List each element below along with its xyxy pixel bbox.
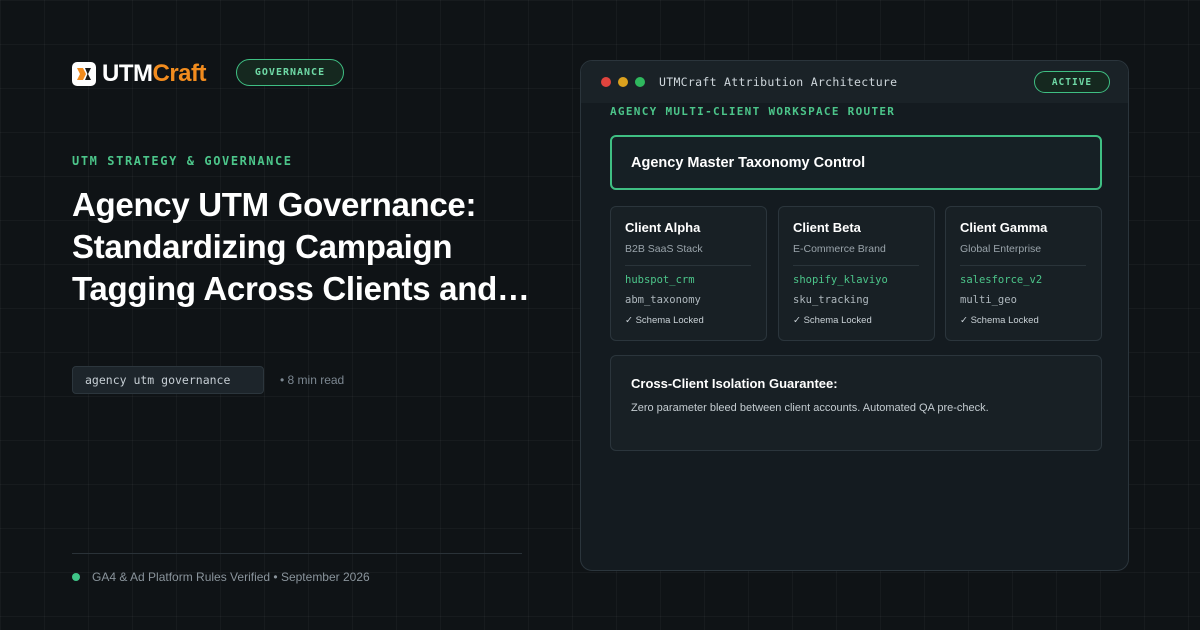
footer-divider [72, 553, 522, 554]
client-subtitle: Global Enterprise [960, 243, 1042, 255]
isolation-guarantee-card: Cross-Client Isolation Guarantee: Zero p… [610, 355, 1102, 451]
schema-locked-status: ✓ Schema Locked [960, 315, 1039, 326]
article-tag[interactable]: agency utm governance [72, 366, 264, 394]
isolation-text: Zero parameter bleed between client acco… [631, 402, 989, 414]
status-dot [72, 573, 80, 581]
article-headline: Agency UTM Governance: Standardizing Cam… [72, 186, 530, 307]
status-badge: ACTIVE [1034, 71, 1110, 93]
read-time: • 8 min read [280, 373, 345, 387]
window-minimize-dot[interactable] [618, 77, 628, 87]
schema-locked-status: ✓ Schema Locked [625, 315, 704, 326]
client-card-beta[interactable]: Client Beta E-Commerce Brand shopify_kla… [778, 206, 935, 341]
section-label: AGENCY MULTI-CLIENT WORKSPACE ROUTER [610, 105, 896, 118]
footer: GA4 & Ad Platform Rules Verified • Septe… [72, 570, 370, 584]
client-param-primary: salesforce_v2 [960, 274, 1043, 286]
client-param-secondary: abm_taxonomy [625, 294, 701, 306]
client-divider [793, 265, 919, 266]
client-name: Client Beta [793, 220, 861, 235]
utmcraft-logo-icon [72, 62, 96, 86]
client-param-secondary: sku_tracking [793, 294, 869, 306]
isolation-title: Cross-Client Isolation Guarantee: [631, 376, 838, 391]
article-eyebrow: UTM STRATEGY & GOVERNANCE [72, 154, 293, 168]
client-card-alpha[interactable]: Client Alpha B2B SaaS Stack hubspot_crm … [610, 206, 767, 341]
client-divider [960, 265, 1086, 266]
client-name: Client Alpha [625, 220, 701, 235]
client-subtitle: E-Commerce Brand [793, 243, 886, 255]
governance-badge[interactable]: GOVERNANCE [236, 59, 344, 86]
master-taxonomy-card[interactable]: Agency Master Taxonomy Control [610, 135, 1102, 190]
architecture-window: UTMCraft Attribution Architecture ACTIVE… [580, 60, 1129, 571]
window-close-dot[interactable] [601, 77, 611, 87]
client-name: Client Gamma [960, 220, 1048, 235]
window-titlebar: UTMCraft Attribution Architecture ACTIVE [581, 61, 1128, 103]
client-divider [625, 265, 751, 266]
client-param-primary: shopify_klaviyo [793, 274, 888, 286]
schema-locked-status: ✓ Schema Locked [793, 315, 872, 326]
client-param-primary: hubspot_crm [625, 274, 695, 286]
footer-text: GA4 & Ad Platform Rules Verified • Septe… [92, 570, 370, 584]
client-subtitle: B2B SaaS Stack [625, 243, 703, 255]
client-card-gamma[interactable]: Client Gamma Global Enterprise salesforc… [945, 206, 1102, 341]
client-param-secondary: multi_geo [960, 294, 1017, 306]
window-title: UTMCraft Attribution Architecture [659, 75, 898, 89]
window-maximize-dot[interactable] [635, 77, 645, 87]
brand-logo[interactable]: UTMCraft [72, 60, 206, 88]
brand-wordmark: UTMCraft [102, 60, 206, 87]
